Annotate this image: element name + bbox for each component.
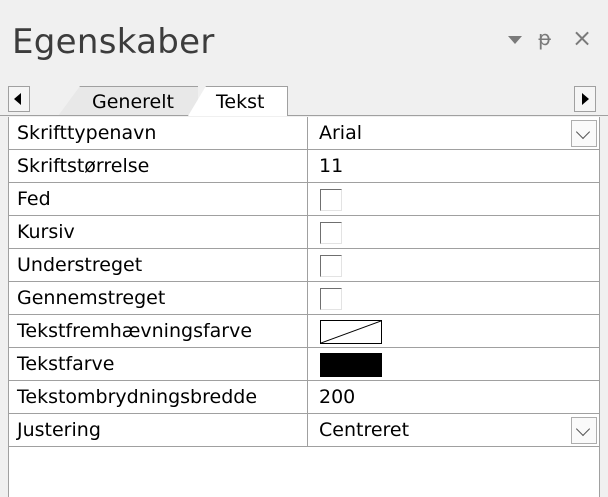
font-size-value[interactable]: 11 bbox=[319, 150, 343, 182]
property-row: Skriftstørrelse 11 bbox=[9, 150, 599, 183]
property-label: Gennemstreget bbox=[9, 282, 308, 314]
panel-title: Egenskaber bbox=[12, 22, 215, 62]
wrap-width-value[interactable]: 200 bbox=[319, 381, 355, 413]
property-row: Kursiv bbox=[9, 216, 599, 249]
property-label: Skrifttypenavn bbox=[9, 117, 308, 149]
property-row: Tekstfremhævningsfarve bbox=[9, 315, 599, 348]
property-row: Fed bbox=[9, 183, 599, 216]
property-grid: Skrifttypenavn Arial Skriftstørrelse 11 … bbox=[8, 117, 600, 497]
tab-scroll-left-button[interactable] bbox=[8, 86, 30, 112]
chevron-down-icon bbox=[575, 124, 591, 140]
property-label: Tekstfremhævningsfarve bbox=[9, 315, 308, 347]
underline-checkbox[interactable] bbox=[320, 255, 342, 277]
property-label: Kursiv bbox=[9, 216, 308, 248]
tab-tekst[interactable]: Tekst bbox=[188, 86, 288, 116]
tab-baseline bbox=[0, 115, 608, 116]
tab-label: Generelt bbox=[92, 91, 174, 113]
text-color-swatch[interactable] bbox=[320, 353, 382, 377]
tab-label: Tekst bbox=[216, 91, 265, 113]
property-row: Tekstfarve bbox=[9, 348, 599, 381]
property-label: Fed bbox=[9, 183, 308, 215]
tab-generelt[interactable]: Generelt bbox=[58, 86, 198, 116]
highlight-color-swatch[interactable] bbox=[320, 320, 382, 344]
font-name-value[interactable]: Arial bbox=[319, 117, 362, 149]
property-row: Understreget bbox=[9, 249, 599, 282]
no-color-slash-icon bbox=[321, 321, 381, 343]
property-label: Tekstombrydningsbredde bbox=[9, 381, 308, 413]
pin-icon[interactable]: ᵽ bbox=[538, 28, 551, 48]
property-row: Gennemstreget bbox=[9, 282, 599, 315]
panel-titlebar: Egenskaber ᵽ × bbox=[0, 0, 608, 80]
scroll-right-icon bbox=[582, 93, 589, 105]
tab-strip: Generelt Tekst bbox=[0, 82, 608, 116]
dropdown-arrow-icon[interactable] bbox=[508, 36, 522, 44]
bold-checkbox[interactable] bbox=[320, 189, 342, 211]
italic-checkbox[interactable] bbox=[320, 222, 342, 244]
alignment-dropdown-button[interactable] bbox=[571, 417, 597, 444]
scroll-left-icon bbox=[14, 93, 21, 105]
property-label: Understreget bbox=[9, 249, 308, 281]
alignment-value[interactable]: Centreret bbox=[319, 414, 409, 446]
property-row: Tekstombrydningsbredde 200 bbox=[9, 381, 599, 414]
strikethrough-checkbox[interactable] bbox=[320, 288, 342, 310]
property-label: Skriftstørrelse bbox=[9, 150, 308, 182]
property-label: Tekstfarve bbox=[9, 348, 308, 380]
property-row: Justering Centreret bbox=[9, 414, 599, 447]
property-label: Justering bbox=[9, 414, 308, 446]
close-icon[interactable]: × bbox=[572, 26, 592, 50]
chevron-down-icon bbox=[575, 421, 591, 437]
font-name-dropdown-button[interactable] bbox=[571, 120, 597, 147]
property-row: Skrifttypenavn Arial bbox=[9, 117, 599, 150]
tab-scroll-right-button[interactable] bbox=[574, 86, 596, 112]
